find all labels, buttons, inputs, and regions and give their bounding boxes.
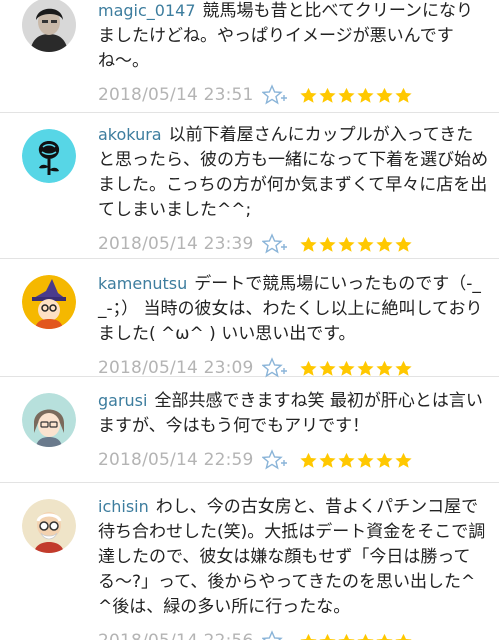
- star-icon: [395, 452, 412, 469]
- add-favorite-icon[interactable]: [262, 233, 288, 255]
- star-icon: [300, 452, 317, 469]
- comment-list: magic_0147 競馬場も昔と比べてクリーンになりましたけどね。やっぱりイメー…: [0, 0, 499, 640]
- comment-text: 全部共感できますね笑 最初が肝心とは言いますが、今はもう何でもアリです！: [98, 391, 483, 436]
- star-icon: [357, 87, 374, 104]
- comment-item: ichisin わし、今の古女房と、昔よくパチンコ屋で待ち合わせした(笑)。大抵は…: [0, 483, 499, 640]
- star-icon: [376, 360, 393, 377]
- username[interactable]: magic_0147: [98, 1, 196, 20]
- comment-meta: 2018/05/14 23:09: [98, 357, 489, 379]
- star-icon: [395, 360, 412, 377]
- star-icon: [395, 236, 412, 253]
- add-favorite-icon[interactable]: [262, 449, 288, 471]
- star-icon: [300, 360, 317, 377]
- rating-stars: [300, 360, 414, 377]
- portrait-avatar[interactable]: [22, 0, 76, 52]
- witch-avatar[interactable]: [22, 275, 76, 329]
- comment-item: garusi 全部共感できますね笑 最初が肝心とは言いますが、今はもう何でもアリで…: [0, 377, 499, 483]
- star-icon: [319, 452, 336, 469]
- comment-meta: 2018/05/14 22:59: [98, 449, 489, 471]
- timestamp: 2018/05/14 23:51: [98, 85, 254, 105]
- comment-item: magic_0147 競馬場も昔と比べてクリーンになりましたけどね。やっぱりイメー…: [0, 0, 499, 113]
- star-icon: [376, 87, 393, 104]
- old-man-avatar[interactable]: [22, 499, 76, 553]
- star-icon: [338, 633, 355, 640]
- star-icon: [300, 236, 317, 253]
- comment-text: わし、今の古女房と、昔よくパチンコ屋で待ち合わせした(笑)。大抵はデート資金をそ…: [98, 497, 486, 617]
- star-icon: [357, 360, 374, 377]
- username[interactable]: kamenutsu: [98, 274, 187, 293]
- comment-meta: 2018/05/14 22:56: [98, 630, 489, 640]
- timestamp: 2018/05/14 23:39: [98, 234, 254, 254]
- timestamp: 2018/05/14 22:56: [98, 631, 258, 640]
- rating-stars: [300, 633, 414, 640]
- star-icon: [357, 633, 374, 640]
- star-icon: [376, 236, 393, 253]
- star-icon: [376, 633, 393, 640]
- star-icon: [357, 452, 374, 469]
- star-icon: [319, 236, 336, 253]
- rating-stars: [300, 87, 414, 104]
- rose-avatar[interactable]: [22, 129, 76, 183]
- star-icon: [338, 236, 355, 253]
- rating-stars: [300, 452, 414, 469]
- add-favorite-icon[interactable]: [262, 84, 288, 106]
- comment-meta: 2018/05/14 23:39: [98, 233, 489, 255]
- timestamp: 2018/05/14 22:59: [98, 450, 254, 470]
- star-icon: [395, 87, 412, 104]
- add-favorite-icon[interactable]: [262, 357, 288, 379]
- star-icon: [395, 633, 412, 640]
- star-icon: [319, 360, 336, 377]
- star-icon: [300, 87, 317, 104]
- star-icon: [338, 452, 355, 469]
- comment-item: akokura 以前下着屋さんにカップルが入ってきたと思ったら、彼の方も一緒になっ…: [0, 113, 499, 259]
- star-icon: [300, 633, 317, 640]
- star-icon: [376, 452, 393, 469]
- star-icon: [338, 87, 355, 104]
- star-icon: [319, 87, 336, 104]
- timestamp: 2018/05/14 23:09: [98, 358, 254, 378]
- star-icon: [338, 360, 355, 377]
- username[interactable]: ichisin: [98, 497, 149, 516]
- add-favorite-icon[interactable]: [262, 630, 288, 640]
- star-icon: [357, 236, 374, 253]
- username[interactable]: garusi: [98, 391, 147, 410]
- star-icon: [319, 633, 336, 640]
- character-avatar[interactable]: [22, 393, 76, 447]
- comment-item: kamenutsu デートで競馬場にいったものです（-__-；） 当時の彼女は、わ…: [0, 259, 499, 379]
- rating-stars: [300, 236, 414, 253]
- comment-meta: 2018/05/14 23:51: [98, 84, 489, 106]
- username[interactable]: akokura: [98, 125, 162, 144]
